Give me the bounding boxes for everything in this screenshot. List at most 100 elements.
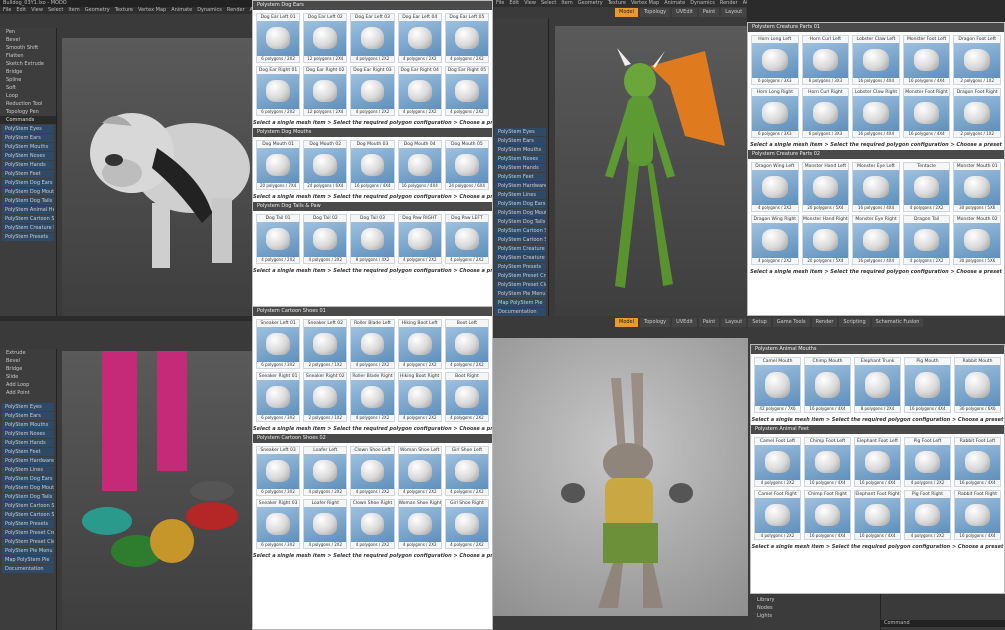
sidebar-item[interactable]: Smooth Shift	[0, 44, 56, 52]
preset-thumbnail[interactable]: Dog Ear Right 01 6 polygons / 2X2	[256, 66, 301, 116]
sidebar-item[interactable]: PolyStem Preset Creator	[2, 529, 54, 537]
sidebar-item[interactable]: PolyStem Dog Mouths	[2, 188, 54, 196]
viewport-shoes[interactable]	[62, 351, 252, 630]
menu-item[interactable]: Animate	[171, 7, 192, 14]
preset-thumbnail[interactable]: Dragon Tail 4 polygons / 2X2	[902, 215, 951, 265]
preset-thumbnail[interactable]: Monster Foot Left 16 polygons / 4X4	[902, 35, 951, 85]
sidebar-item[interactable]: PolyStem Hardware	[495, 182, 546, 190]
sidebar-item[interactable]: PolyStem Creature Parts 02	[495, 254, 546, 262]
sidebar-item[interactable]: PolyStem Cartoon Shoes 02	[495, 236, 546, 244]
sidebar-item[interactable]: PolyStem Dog Tails & Paw	[495, 218, 546, 226]
preset-thumbnail[interactable]: Sneaker Right 02 2 polygons / 1X2	[303, 372, 348, 422]
menu-item[interactable]: Item	[68, 7, 79, 14]
sidebar-item[interactable]: PolyStem Preset Cleaner	[495, 281, 546, 289]
sidebar-item[interactable]: PolyStem Animal Heads	[2, 206, 54, 214]
layout-tab[interactable]: Paint	[698, 318, 720, 327]
menu-item[interactable]: Item	[561, 0, 572, 7]
preset-thumbnail[interactable]: Dog Ear Right 02 12 polygons / 2X4	[303, 66, 348, 116]
preset-thumbnail[interactable]: Camel Mouth 42 polygons / 7X6	[754, 357, 801, 413]
preset-thumbnail[interactable]: Loafer Right 4 polygons / 2X2	[303, 499, 348, 549]
sidebar-item[interactable]: Bridge	[0, 365, 56, 373]
sidebar-item[interactable]: PolyStem Dog Tails & Paw	[2, 493, 54, 501]
sidebar-item[interactable]: PolyStem Cartoon Shoes 01	[495, 227, 546, 235]
preset-thumbnail[interactable]: Pig Foot Right 4 polygons / 2X2	[904, 490, 951, 540]
preset-thumbnail[interactable]: Sneaker Right 03 6 polygons / 3X2	[256, 499, 301, 549]
menu-item[interactable]: Geometry	[85, 7, 110, 14]
preset-thumbnail[interactable]: Loafer Left 4 polygons / 2X2	[303, 446, 348, 496]
sidebar-item[interactable]: Bridge	[0, 68, 56, 76]
preset-thumbnail[interactable]: Hiking Boot Right 4 polygons / 2X2	[397, 372, 442, 422]
menu-item[interactable]: Select	[541, 0, 556, 7]
menu-item[interactable]: Dynamics	[690, 0, 715, 7]
sidebar-item[interactable]: Bevel	[0, 36, 56, 44]
menu-item[interactable]: Texture	[115, 7, 133, 14]
preset-thumbnail[interactable]: Hiking Boot Left 4 polygons / 2X2	[397, 319, 442, 369]
viewport-rabbit[interactable]	[493, 338, 748, 616]
preset-thumbnail[interactable]: Boot Right 4 polygons / 2X2	[444, 372, 489, 422]
preset-thumbnail[interactable]: Dog Ear Left 01 6 polygons / 2X2	[256, 13, 301, 63]
sidebar-item[interactable]: PolyStem Lines	[495, 191, 546, 199]
preset-thumbnail[interactable]: Dog Paw LEFT 4 polygons / 2X2	[444, 214, 489, 264]
preset-thumbnail[interactable]: Dragon Foot Left 2 polygons / 1X2	[953, 35, 1001, 85]
layout-tab[interactable]: Setup	[748, 318, 771, 327]
sidebar-item[interactable]: PolyStem Feet	[2, 448, 54, 456]
preset-thumbnail[interactable]: Elephant Foot Left 16 polygons / 4X4	[854, 437, 901, 487]
preset-thumbnail[interactable]: Dog Mouth 02 24 polygons / 6X4	[303, 140, 348, 190]
sidebar-item[interactable]: PolyStem Dog Tails & Paw	[2, 197, 54, 205]
layout-tab[interactable]: Layout	[721, 318, 747, 327]
preset-thumbnail[interactable]: Clown Shoe Right 4 polygons / 2X2	[350, 499, 395, 549]
preset-thumbnail[interactable]: Elephant Trunk 8 polygons / 2X4	[854, 357, 901, 413]
layout-tab[interactable]: Layout	[721, 8, 747, 17]
sidebar-item[interactable]: PolyStem Presets	[2, 233, 54, 241]
sidebar-item[interactable]: Soft	[0, 84, 56, 92]
sidebar-item[interactable]: Pen	[0, 28, 56, 36]
menu-item[interactable]: ACS	[743, 0, 747, 7]
sidebar-item[interactable]: Map PolyStem Pie	[2, 556, 54, 564]
sidebar-item[interactable]: PolyStem Dog Mouths	[495, 209, 546, 217]
sidebar-item[interactable]: PolyStem Ears	[2, 134, 54, 142]
preset-thumbnail[interactable]: Elephant Foot Right 16 polygons / 4X4	[854, 490, 901, 540]
preset-thumbnail[interactable]: Dog Ear Left 05 4 polygons / 2X2	[444, 13, 489, 63]
preset-thumbnail[interactable]: Dragon Wing Right 4 polygons / 2X2	[751, 215, 799, 265]
preset-thumbnail[interactable]: Monster Eye Left 16 polygons / 4X4	[852, 162, 900, 212]
sidebar-item[interactable]: Bevel	[0, 357, 56, 365]
preset-thumbnail[interactable]: Chimp Foot Left 16 polygons / 4X4	[804, 437, 851, 487]
preset-thumbnail[interactable]: Dog Ear Left 03 4 polygons / 2X2	[350, 13, 395, 63]
preset-thumbnail[interactable]: Pig Mouth 16 polygons / 4X4	[904, 357, 951, 413]
layout-tab[interactable]: Topology	[640, 8, 671, 17]
preset-thumbnail[interactable]: Dog Mouth 01 20 polygons / 7X4	[256, 140, 301, 190]
menu-item[interactable]: Geometry	[578, 0, 603, 7]
menu-item[interactable]: Animate	[664, 0, 685, 7]
menu-item[interactable]: Edit	[509, 0, 519, 7]
layout-tab[interactable]: UVEdit	[672, 8, 697, 17]
preset-thumbnail[interactable]: Camel Foot Left 4 polygons / 2X2	[754, 437, 801, 487]
preset-thumbnail[interactable]: Rabbit Foot Right 16 polygons / 4X4	[954, 490, 1001, 540]
sidebar-item[interactable]: PolyStem Noses	[2, 430, 54, 438]
sidebar-item[interactable]: PolyStem Eyes	[495, 128, 546, 136]
sidebar-item[interactable]: Add Loop	[0, 381, 56, 389]
sidebar-item[interactable]: Spline	[0, 76, 56, 84]
sidebar-item[interactable]: PolyStem Hands	[495, 164, 546, 172]
sidebar-item[interactable]: PolyStem Hands	[2, 439, 54, 447]
sidebar-item[interactable]: PolyStem Hands	[2, 161, 54, 169]
preset-thumbnail[interactable]: Roller Blade Right 4 polygons / 2X2	[350, 372, 395, 422]
preset-thumbnail[interactable]: Dog Tail 02 4 polygons / 2X2	[303, 214, 348, 264]
sidebar-item[interactable]: Library	[751, 596, 880, 604]
preset-thumbnail[interactable]: Pig Foot Left 4 polygons / 2X2	[904, 437, 951, 487]
preset-thumbnail[interactable]: Chimp Mouth 16 polygons / 4X4	[804, 357, 851, 413]
layout-tab[interactable]: Model	[615, 8, 639, 17]
layout-tab[interactable]: Schematic Fusion	[871, 318, 924, 327]
sidebar-item[interactable]: PolyStem Preset Creator	[495, 272, 546, 280]
sidebar-item[interactable]: PolyStem Dog Ears	[495, 200, 546, 208]
sidebar-item[interactable]: PolyStem Creature Parts 01	[2, 224, 54, 232]
sidebar-item[interactable]: PolyStem Pie Menu	[2, 547, 54, 555]
preset-thumbnail[interactable]: Dragon Wing Left 4 polygons / 2X2	[751, 162, 799, 212]
sidebar-item[interactable]: PolyStem Preset Cleaner	[2, 538, 54, 546]
sidebar-item[interactable]: Reduction Tool	[0, 100, 56, 108]
sidebar-item[interactable]: Sketch Extrude	[0, 60, 56, 68]
preset-thumbnail[interactable]: Sneaker Right 01 6 polygons / 3X2	[256, 372, 301, 422]
preset-thumbnail[interactable]: Camel Foot Right 4 polygons / 2X2	[754, 490, 801, 540]
menu-item[interactable]: File	[3, 7, 11, 14]
preset-thumbnail[interactable]: Girl Shoe Right 4 polygons / 2X2	[444, 499, 489, 549]
sidebar-item[interactable]: PolyStem Mouths	[2, 143, 54, 151]
